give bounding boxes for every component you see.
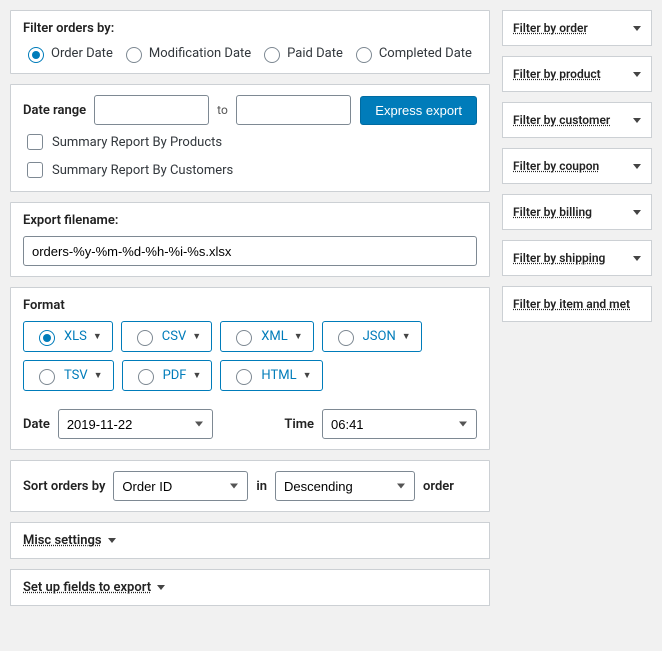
date-range-panel: Date range to Express export Summary Rep… xyxy=(10,84,490,192)
format-csv[interactable]: CSV ▼ xyxy=(121,321,212,352)
filter-completed-date-label: Completed Date xyxy=(379,46,472,61)
filter-paid-date-radio[interactable] xyxy=(264,47,280,63)
filter-completed-date-radio[interactable] xyxy=(356,47,372,63)
format-tsv-radio[interactable] xyxy=(39,369,55,385)
format-xls[interactable]: XLS ▼ xyxy=(23,321,113,352)
chevron-down-icon: ▼ xyxy=(294,331,303,342)
chevron-down-icon: ▼ xyxy=(402,331,411,342)
datetime-row: Date 2019-11-22 Time 06:41 xyxy=(23,409,477,439)
date-from-input[interactable] xyxy=(94,95,209,125)
chevron-down-icon xyxy=(633,26,641,31)
format-options: XLS ▼ CSV ▼ XML ▼ JSON ▼ xyxy=(23,321,477,391)
format-xml-label: XML xyxy=(261,329,288,344)
format-tsv[interactable]: TSV ▼ xyxy=(23,360,114,391)
summary-products-label: Summary Report By Products xyxy=(52,135,222,150)
chevron-down-icon xyxy=(633,210,641,215)
chevron-down-icon xyxy=(157,585,165,590)
summary-customers-label: Summary Report By Customers xyxy=(52,163,233,178)
filter-by-billing[interactable]: Filter by billing xyxy=(502,194,652,230)
express-export-button[interactable]: Express export xyxy=(360,96,477,125)
filter-by-item-meta[interactable]: Filter by item and met xyxy=(502,286,652,322)
date-label: Date xyxy=(23,417,50,432)
filter-orders-panel: Filter orders by: Order Date Modificatio… xyxy=(10,10,490,74)
format-title: Format xyxy=(23,298,477,313)
filename-input[interactable] xyxy=(23,236,477,266)
chevron-down-icon xyxy=(633,256,641,261)
chevron-down-icon: ▼ xyxy=(303,370,312,381)
format-pdf[interactable]: PDF ▼ xyxy=(122,360,213,391)
filter-by-order[interactable]: Filter by order xyxy=(502,10,652,46)
filter-by-coupon[interactable]: Filter by coupon xyxy=(502,148,652,184)
filter-by-customer[interactable]: Filter by customer xyxy=(502,102,652,138)
chevron-down-icon: ▼ xyxy=(94,370,103,381)
format-xml-radio[interactable] xyxy=(236,330,252,346)
filter-orders-title: Filter orders by: xyxy=(23,21,477,36)
chevron-down-icon xyxy=(633,72,641,77)
date-range-row: Date range to Express export xyxy=(23,95,477,125)
format-json-radio[interactable] xyxy=(338,330,354,346)
sort-direction-select[interactable]: Descending xyxy=(275,471,415,501)
filter-order-date-radio[interactable] xyxy=(28,47,44,63)
format-panel: Format XLS ▼ CSV ▼ XML ▼ xyxy=(10,287,490,450)
filter-modification-date-label: Modification Date xyxy=(149,46,251,61)
setup-fields-label: Set up fields to export xyxy=(23,580,151,595)
summary-products-check[interactable]: Summary Report By Products xyxy=(23,131,477,153)
filename-title: Export filename: xyxy=(23,213,477,228)
sort-suffix: order xyxy=(423,479,454,494)
sort-panel: Sort orders by Order ID in Descending or… xyxy=(10,460,490,512)
sort-row: Sort orders by Order ID in Descending or… xyxy=(23,471,477,501)
filter-modification-date[interactable]: Modification Date xyxy=(121,44,251,63)
chevron-down-icon xyxy=(633,118,641,123)
format-csv-radio[interactable] xyxy=(137,330,153,346)
time-label: Time xyxy=(284,417,314,432)
filter-order-date[interactable]: Order Date xyxy=(23,44,113,63)
format-xls-radio[interactable] xyxy=(39,330,55,346)
format-pdf-radio[interactable] xyxy=(138,369,154,385)
format-csv-label: CSV xyxy=(162,329,186,344)
format-json-label: JSON xyxy=(363,329,396,344)
format-xml[interactable]: XML ▼ xyxy=(220,321,313,352)
time-select[interactable]: 06:41 xyxy=(322,409,477,439)
summary-customers-check[interactable]: Summary Report By Customers xyxy=(23,159,477,181)
filter-by-product[interactable]: Filter by product xyxy=(502,56,652,92)
date-to-input[interactable] xyxy=(236,95,351,125)
filter-modification-date-radio[interactable] xyxy=(126,47,142,63)
sort-prefix: Sort orders by xyxy=(23,479,105,494)
filename-panel: Export filename: xyxy=(10,202,490,277)
chevron-down-icon: ▼ xyxy=(193,370,202,381)
filter-paid-date[interactable]: Paid Date xyxy=(259,44,343,63)
date-range-to-label: to xyxy=(217,103,228,117)
chevron-down-icon xyxy=(633,164,641,169)
summary-customers-checkbox[interactable] xyxy=(27,162,43,178)
chevron-down-icon: ▼ xyxy=(93,331,102,342)
summary-products-checkbox[interactable] xyxy=(27,134,43,150)
filter-orders-radios: Order Date Modification Date Paid Date C… xyxy=(23,44,477,63)
date-select[interactable]: 2019-11-22 xyxy=(58,409,213,439)
format-html-radio[interactable] xyxy=(236,369,252,385)
date-range-label: Date range xyxy=(23,103,86,118)
filter-completed-date[interactable]: Completed Date xyxy=(351,44,472,63)
misc-settings-label: Misc settings xyxy=(23,533,102,548)
chevron-down-icon xyxy=(108,538,116,543)
sort-field-select[interactable]: Order ID xyxy=(113,471,248,501)
side-filters: Filter by order Filter by product Filter… xyxy=(502,10,652,606)
sort-in-label: in xyxy=(256,479,267,494)
format-html[interactable]: HTML ▼ xyxy=(220,360,322,391)
filter-by-shipping[interactable]: Filter by shipping xyxy=(502,240,652,276)
format-html-label: HTML xyxy=(261,368,296,383)
format-xls-label: XLS xyxy=(64,329,87,344)
chevron-down-icon: ▼ xyxy=(192,331,201,342)
format-tsv-label: TSV xyxy=(64,368,88,383)
format-pdf-label: PDF xyxy=(163,368,187,383)
setup-fields-toggle[interactable]: Set up fields to export xyxy=(10,569,490,606)
format-json[interactable]: JSON ▼ xyxy=(322,321,422,352)
filter-order-date-label: Order Date xyxy=(51,46,113,61)
filter-paid-date-label: Paid Date xyxy=(287,46,343,61)
misc-settings-toggle[interactable]: Misc settings xyxy=(10,522,490,559)
